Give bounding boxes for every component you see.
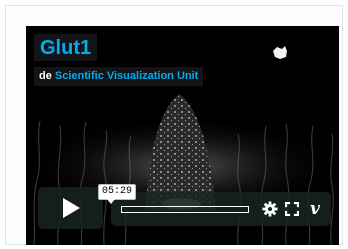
byline: de Scientific Visualization Unit bbox=[34, 67, 204, 86]
play-button[interactable] bbox=[38, 187, 103, 229]
settings-button[interactable] bbox=[261, 200, 279, 218]
progress-bar[interactable] bbox=[121, 206, 249, 213]
vimeo-logo-link[interactable]: v bbox=[305, 200, 325, 218]
vimeo-logo-icon: v bbox=[310, 199, 320, 219]
video-title[interactable]: Glut1 bbox=[34, 34, 98, 61]
fullscreen-button[interactable] bbox=[283, 200, 301, 218]
gear-icon bbox=[262, 201, 278, 217]
embed-frame: Glut1 de Scientific Visualization Unit v… bbox=[5, 5, 343, 245]
byline-prefix: de bbox=[39, 70, 52, 82]
fullscreen-icon bbox=[285, 202, 299, 216]
play-icon bbox=[62, 198, 80, 218]
author-link[interactable]: Scientific Visualization Unit bbox=[55, 70, 198, 82]
timecode-tooltip: 05:29 bbox=[98, 184, 137, 204]
video-player[interactable]: Glut1 de Scientific Visualization Unit v… bbox=[26, 26, 339, 245]
control-bar: v bbox=[111, 192, 331, 226]
